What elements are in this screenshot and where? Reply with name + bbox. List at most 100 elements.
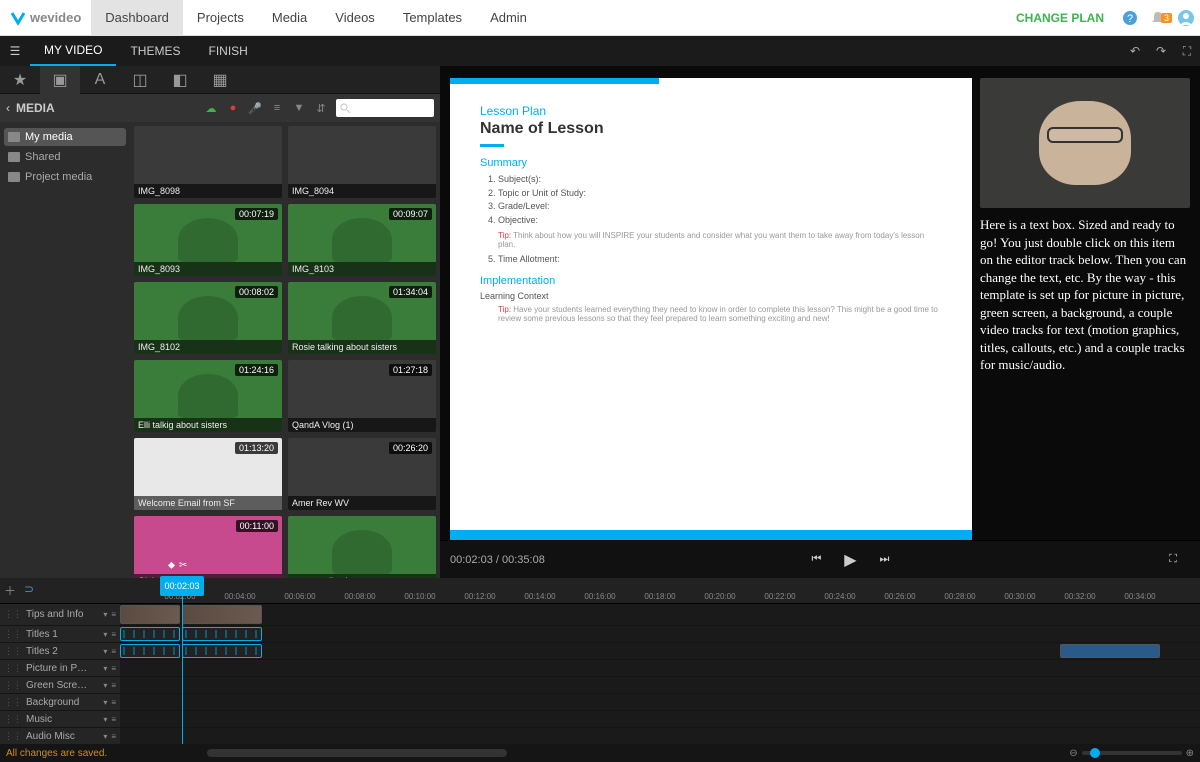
undo-icon[interactable]: ↶ (1122, 44, 1148, 58)
clip[interactable] (120, 605, 180, 624)
track-menu-icon[interactable]: ▾ (103, 732, 107, 741)
redo-icon[interactable]: ↷ (1148, 44, 1174, 58)
clip[interactable] (120, 627, 180, 641)
track-opts-icon[interactable]: ≡ (111, 610, 116, 619)
track-lane[interactable] (120, 660, 1200, 676)
track-opts-icon[interactable]: ≡ (111, 681, 116, 690)
track-menu-icon[interactable]: ▾ (103, 681, 107, 690)
nav-admin[interactable]: Admin (476, 0, 541, 36)
search-input[interactable] (336, 99, 434, 117)
track-lane[interactable] (120, 694, 1200, 710)
playhead-time[interactable]: 00:02:03 (160, 576, 204, 596)
nav-videos[interactable]: Videos (321, 0, 389, 36)
logo[interactable]: wevideo (0, 10, 91, 26)
media-clip[interactable]: 00:11:00Global Warming (134, 516, 282, 578)
grip-icon[interactable]: ⋮⋮ (4, 629, 22, 640)
expand-icon[interactable]: ⛶ (1174, 44, 1200, 59)
nav-dashboard[interactable]: Dashboard (91, 0, 183, 36)
nav-templates[interactable]: Templates (389, 0, 476, 36)
track-menu-icon[interactable]: ▾ (103, 698, 107, 707)
magnet-icon[interactable]: ⊃ (24, 582, 34, 599)
avatar-icon[interactable] (1172, 9, 1200, 27)
folder-shared[interactable]: Shared (4, 148, 126, 166)
upload-icon[interactable]: ☁ (200, 102, 222, 115)
grip-icon[interactable]: ⋮⋮ (4, 731, 22, 742)
folder-project-media[interactable]: Project media (4, 168, 126, 186)
track-opts-icon[interactable]: ≡ (111, 698, 116, 707)
back-icon[interactable]: ‹ (6, 101, 10, 115)
clip[interactable] (182, 644, 262, 658)
marker-icon[interactable]: ⬥ (168, 560, 175, 571)
track-opts-icon[interactable]: ≡ (111, 715, 116, 724)
media-clip[interactable]: 01:24:16Elli talkig about sisters (134, 360, 282, 432)
track-lane[interactable] (120, 677, 1200, 693)
track-opts-icon[interactable]: ≡ (111, 630, 116, 639)
grip-icon[interactable]: ⋮⋮ (4, 663, 22, 674)
media-clip[interactable]: IMG_8094 (288, 126, 436, 198)
track-menu-icon[interactable]: ▾ (103, 647, 107, 656)
media-clip[interactable]: 01:27:18QandA Vlog (1) (288, 360, 436, 432)
clip[interactable] (1060, 644, 1160, 658)
track-lane[interactable] (120, 643, 1200, 659)
play-icon[interactable]: ▶ (833, 550, 867, 570)
zoom-slider[interactable] (1082, 751, 1182, 755)
tab-my-video[interactable]: MY VIDEO (30, 36, 116, 66)
track-menu-icon[interactable]: ▾ (103, 715, 107, 724)
track-opts-icon[interactable]: ≡ (111, 647, 116, 656)
media-clip[interactable]: 01:13:20Welcome Email from SF (134, 438, 282, 510)
filter-icon[interactable]: ▼ (288, 102, 310, 114)
help-icon[interactable]: ? (1116, 10, 1144, 26)
tab-finish[interactable]: FINISH (194, 36, 261, 66)
media-clip[interactable]: green wall paint (288, 516, 436, 578)
track-lane[interactable] (120, 711, 1200, 727)
transitions-icon[interactable]: ◫ (120, 66, 160, 94)
star-icon[interactable]: ★ (0, 66, 40, 94)
add-track-icon[interactable]: ＋ (4, 582, 16, 599)
media-clip[interactable]: 00:08:02IMG_8102 (134, 282, 282, 354)
cut-icon[interactable]: ✂ (179, 560, 187, 571)
tab-themes[interactable]: THEMES (116, 36, 194, 66)
menu-icon[interactable]: ☰ (0, 44, 30, 58)
media-clip[interactable]: 00:07:19IMG_8093 (134, 204, 282, 276)
track-lane[interactable] (120, 626, 1200, 642)
mic-icon[interactable]: 🎤 (244, 102, 266, 115)
bell-icon[interactable]: 3 (1144, 11, 1172, 25)
grip-icon[interactable]: ⋮⋮ (4, 680, 22, 691)
list-icon[interactable]: ≡ (266, 102, 288, 114)
clip[interactable] (182, 605, 262, 624)
track-menu-icon[interactable]: ▾ (103, 610, 107, 619)
horizontal-scroll[interactable] (207, 749, 507, 757)
track-lane[interactable] (120, 604, 1200, 625)
zoom-out-icon[interactable]: ⊖ (1069, 748, 1077, 759)
grip-icon[interactable]: ⋮⋮ (4, 697, 22, 708)
graphics-icon[interactable]: ◧ (160, 66, 200, 94)
preview-canvas[interactable]: Lesson Plan Name of Lesson Summary Subje… (440, 66, 1200, 540)
record-icon[interactable]: ● (222, 102, 244, 114)
nav-media[interactable]: Media (258, 0, 321, 36)
backgrounds-icon[interactable]: ▦ (200, 66, 240, 94)
media-clip[interactable]: 01:34:04Rosie talking about sisters (288, 282, 436, 354)
sort-icon[interactable]: ⇵ (310, 102, 332, 115)
prev-icon[interactable]: ⏮ (799, 553, 833, 566)
track-menu-icon[interactable]: ▾ (103, 664, 107, 673)
media-clip[interactable]: 00:09:07IMG_8103 (288, 204, 436, 276)
clip[interactable] (182, 627, 262, 641)
grip-icon[interactable]: ⋮⋮ (4, 609, 22, 620)
track-menu-icon[interactable]: ▾ (103, 630, 107, 639)
folder-my-media[interactable]: My media (4, 128, 126, 146)
grip-icon[interactable]: ⋮⋮ (4, 714, 22, 725)
clip[interactable] (120, 644, 180, 658)
zoom-in-icon[interactable]: ⊕ (1186, 748, 1194, 759)
nav-projects[interactable]: Projects (183, 0, 258, 36)
media-clip[interactable]: 00:26:20Amer Rev WV (288, 438, 436, 510)
timeline-ruler[interactable]: ＋ ⊃ ⬥✂ 00:02:03 00:02:0000:04:0000:06:00… (0, 578, 1200, 604)
track-lane[interactable] (120, 728, 1200, 744)
grip-icon[interactable]: ⋮⋮ (4, 646, 22, 657)
track-opts-icon[interactable]: ≡ (111, 732, 116, 741)
fullscreen-icon[interactable]: ⛶ (1156, 553, 1190, 566)
track-opts-icon[interactable]: ≡ (111, 664, 116, 673)
media-clip[interactable]: IMG_8098 (134, 126, 282, 198)
folder-icon[interactable]: ▣ (40, 66, 80, 94)
text-icon[interactable]: A (80, 66, 120, 94)
next-icon[interactable]: ⏭ (867, 553, 901, 566)
